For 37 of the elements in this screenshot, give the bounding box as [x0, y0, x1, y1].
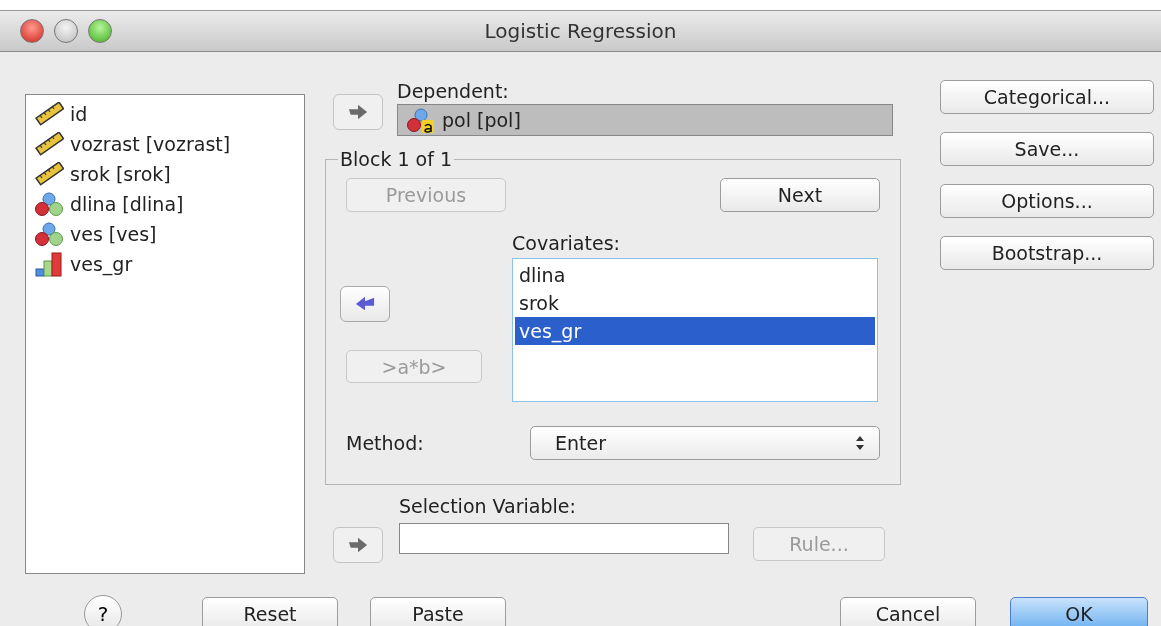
move-button[interactable] — [340, 286, 390, 322]
side-button[interactable]: Categorical... — [940, 80, 1154, 114]
method-label: Method: — [346, 432, 425, 454]
variable-item[interactable]: id — [26, 99, 88, 129]
list-label: Covariates: — [512, 232, 621, 254]
next-button[interactable]: Next — [720, 178, 880, 212]
variable-item[interactable]: vozrast [vozrast] — [26, 129, 231, 159]
three-balls-icon — [34, 191, 64, 217]
field-label: Selection Variable: — [399, 495, 577, 517]
minimize-button[interactable] — [54, 19, 78, 43]
dialog-button[interactable]: Paste — [370, 597, 506, 626]
dialog-button[interactable]: OK — [1010, 597, 1148, 626]
stepper-icon — [855, 435, 865, 451]
side-button[interactable]: Bootstrap... — [940, 236, 1154, 270]
variable-item[interactable]: ves [ves] — [26, 219, 157, 249]
covariate-item[interactable]: dlina — [515, 261, 875, 289]
balls-with-letter-icon — [406, 107, 436, 133]
dependent-field[interactable]: pol [pol] — [397, 104, 893, 136]
selection-field[interactable] — [399, 523, 729, 554]
help-button[interactable]: ? — [84, 595, 122, 626]
window-title: Logistic Regression — [484, 19, 677, 43]
three-balls-icon — [34, 221, 64, 247]
side-button[interactable]: Save... — [940, 132, 1154, 166]
dialog-button[interactable]: Reset — [202, 597, 338, 626]
covariate-item[interactable]: ves_gr — [515, 317, 875, 345]
zoom-button[interactable] — [88, 19, 112, 43]
variable-item[interactable]: srok [srok] — [26, 159, 171, 189]
side-button[interactable]: Options... — [940, 184, 1154, 218]
method-dropdown[interactable]: Enter — [530, 426, 880, 460]
covariate-item[interactable]: srok — [515, 289, 875, 317]
bar-chart-icon — [34, 251, 64, 277]
close-button[interactable] — [20, 19, 44, 43]
variable-item[interactable]: ves_gr — [26, 249, 133, 279]
field-label: Dependent: — [397, 80, 510, 102]
group-title: Block 1 of 1 — [339, 148, 453, 170]
variable-item[interactable]: dlina [dlina] — [26, 189, 184, 219]
dialog-button[interactable]: Cancel — [840, 597, 976, 626]
